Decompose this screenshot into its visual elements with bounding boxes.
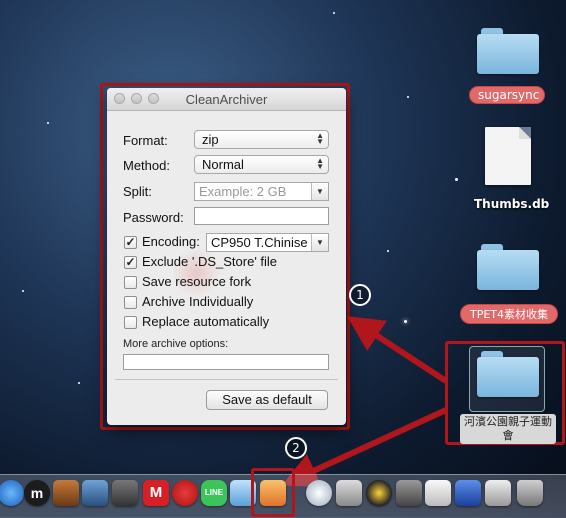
trash-icon[interactable] bbox=[517, 480, 543, 506]
flower-app-icon[interactable] bbox=[366, 480, 392, 506]
folder-app-icon[interactable] bbox=[53, 480, 79, 506]
camera-app-icon[interactable] bbox=[112, 480, 138, 506]
document-dock-icon[interactable] bbox=[425, 480, 451, 506]
cleanarchiver-dock-icon[interactable] bbox=[260, 480, 286, 506]
camera2-app-icon[interactable] bbox=[396, 480, 422, 506]
arrow-to-dock bbox=[281, 407, 448, 487]
arrow-to-window bbox=[346, 316, 448, 384]
disk-utility-icon[interactable] bbox=[306, 480, 332, 506]
photo-app-icon[interactable] bbox=[82, 480, 108, 506]
callout-number-1: 1 bbox=[349, 284, 371, 306]
mug-app-icon[interactable] bbox=[172, 480, 198, 506]
m-app-icon[interactable]: m bbox=[24, 480, 50, 506]
m-red-app-icon[interactable]: M bbox=[143, 480, 169, 506]
callout-number-2: 2 bbox=[285, 437, 307, 459]
window-dock-icon[interactable] bbox=[455, 480, 481, 506]
line-app-icon[interactable]: LINE bbox=[201, 480, 227, 506]
annotation-arrows bbox=[281, 316, 448, 487]
printer-icon[interactable] bbox=[336, 480, 362, 506]
screen-dock-icon[interactable] bbox=[485, 480, 511, 506]
